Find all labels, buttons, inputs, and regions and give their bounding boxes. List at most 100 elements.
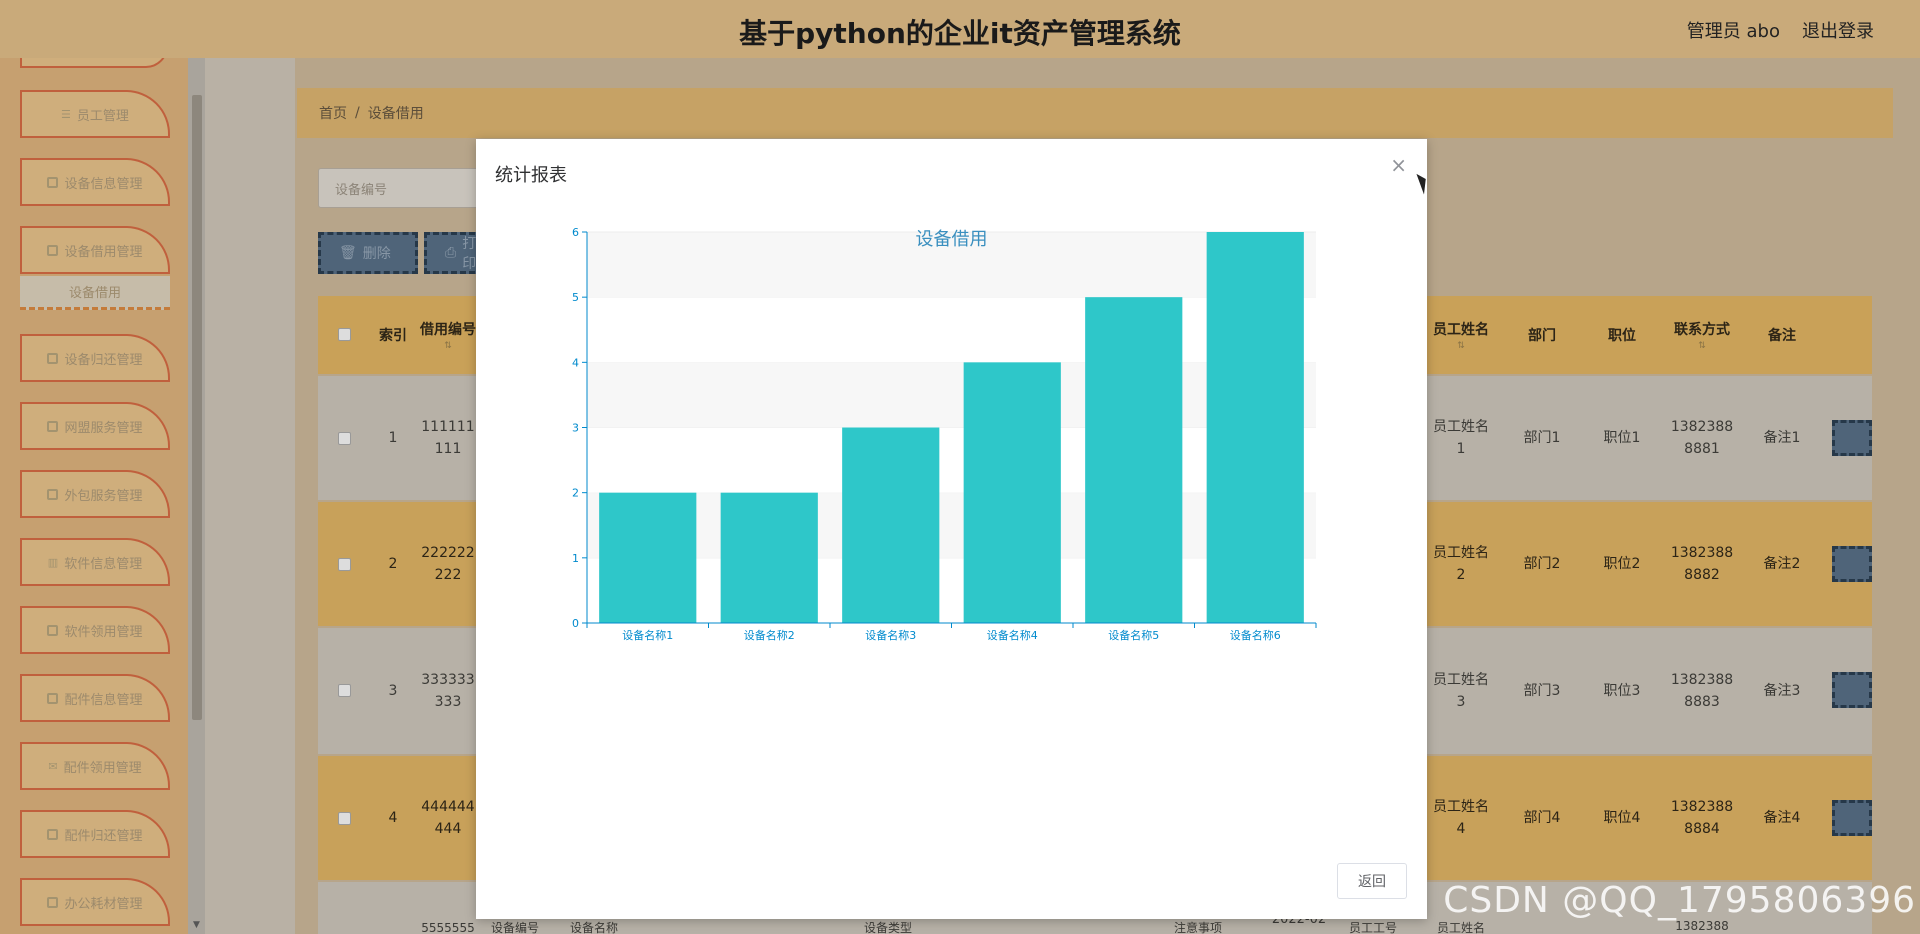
bar[interactable] <box>1206 232 1304 623</box>
sidebar-item-employee[interactable]: ☰ 员工管理 <box>20 90 170 138</box>
sidebar-item-label: 办公耗材管理 <box>64 896 143 912</box>
sort-icon[interactable]: ⇅ <box>1698 341 1706 351</box>
sidebar-item-parts-use[interactable]: ✉ 配件领用管理 <box>20 742 170 790</box>
th-index: 索引 <box>368 296 418 374</box>
cell-dept: 部门4 <box>1523 810 1561 826</box>
sidebar-item-device-info[interactable]: 设备信息管理 <box>20 158 170 206</box>
th-name[interactable]: 员工姓名 ⇅ <box>1420 296 1502 374</box>
cell-code: 5555555 <box>421 921 475 934</box>
bar[interactable] <box>842 427 940 624</box>
sidebar-item-label: 设备借用管理 <box>64 244 143 260</box>
sidebar-item-device-return[interactable]: 设备归还管理 <box>20 334 170 382</box>
sidebar-scroll-thumb[interactable] <box>192 95 202 720</box>
detail-button[interactable] <box>1832 672 1872 708</box>
bar-chart: 设备名称1 设备名称2 设备名称3 设备名称4 设备名称5 设备名称60123456 <box>572 226 1317 642</box>
logout-link[interactable]: 退出登录 <box>1802 17 1874 43</box>
sidebar-item-label: 配件归还管理 <box>64 828 143 844</box>
detail-button[interactable] <box>1832 420 1872 456</box>
th-label: 职位 <box>1608 328 1636 344</box>
sidebar-item-software-info[interactable]: ▥ 软件信息管理 <box>20 538 170 586</box>
th-position[interactable]: 职位 <box>1582 296 1662 374</box>
th-label: 部门 <box>1528 328 1556 344</box>
trash-icon: 🗑 <box>339 245 357 261</box>
select-all-checkbox[interactable] <box>338 328 351 341</box>
sidebar-item-network[interactable]: 网盟服务管理 <box>20 402 170 450</box>
monitor-icon <box>47 176 59 188</box>
sidebar-item-outsource[interactable]: 外包服务管理 <box>20 470 170 518</box>
grid-icon <box>47 692 59 704</box>
sidebar-item-label: 网盟服务管理 <box>64 420 143 436</box>
cell-dept: 部门1 <box>1523 430 1561 446</box>
breadcrumb-separator: / <box>355 105 360 121</box>
th-code[interactable]: 借用编号 ⇅ <box>418 296 478 374</box>
delete-button[interactable]: 🗑 删除 <box>318 232 418 274</box>
row-checkbox[interactable] <box>338 558 351 571</box>
th-label: 联系方式 <box>1674 322 1730 338</box>
y-tick-label: 5 <box>572 291 579 304</box>
cell-device-type: 设备类型 <box>863 921 912 934</box>
th-label: 备注 <box>1768 328 1796 344</box>
app-title: 基于python的企业it资产管理系统 <box>739 17 1181 50</box>
cell-code: 111111 111 <box>421 419 475 457</box>
cell-note: 备注1 <box>1763 430 1801 446</box>
list-icon: ☰ <box>61 107 71 121</box>
delete-label: 删除 <box>362 246 391 262</box>
close-icon[interactable]: × <box>1390 153 1407 177</box>
grid-icon <box>47 244 59 256</box>
print-button[interactable]: ⎙ 打印 <box>424 232 484 274</box>
grid-icon <box>47 352 59 364</box>
x-tick-label: 设备名称6 <box>1230 628 1281 642</box>
cell-dept: 部门2 <box>1523 556 1561 572</box>
th-note[interactable]: 备注 <box>1742 296 1822 374</box>
bar[interactable] <box>1085 297 1183 623</box>
x-tick-label: 设备名称1 <box>622 628 673 642</box>
envelope-icon: ✉ <box>48 759 58 773</box>
detail-button[interactable] <box>1832 800 1872 836</box>
sidebar-item-supplies[interactable]: 办公耗材管理 <box>20 878 170 926</box>
bar[interactable] <box>720 492 818 623</box>
back-button[interactable]: 返回 <box>1337 863 1407 899</box>
scroll-down-icon[interactable]: ▼ <box>193 920 200 930</box>
y-tick-label: 3 <box>572 422 579 435</box>
sidebar-item-label: 软件领用管理 <box>64 624 143 640</box>
grid-icon <box>47 624 59 636</box>
sidebar-item-parts-return[interactable]: 配件归还管理 <box>20 810 170 858</box>
cell-position: 职位4 <box>1603 810 1641 826</box>
sidebar-top-item <box>20 58 168 68</box>
content-gutter <box>205 58 295 934</box>
sidebar-item-software-use[interactable]: 软件领用管理 <box>20 606 170 654</box>
cell-name: 员工姓名 1 <box>1433 419 1489 457</box>
row-checkbox[interactable] <box>338 684 351 697</box>
bar[interactable] <box>599 492 697 623</box>
grid-icon <box>47 896 59 908</box>
sidebar-item-device-borrow[interactable]: 设备借用管理 <box>20 226 170 274</box>
bar-chart-icon: ▥ <box>47 555 59 569</box>
cell-position: 职位1 <box>1603 430 1641 446</box>
bar[interactable] <box>963 362 1061 623</box>
sidebar-item-label: 员工管理 <box>76 108 129 124</box>
row-checkbox[interactable] <box>338 812 351 825</box>
th-dept[interactable]: 部门 <box>1502 296 1582 374</box>
grid-icon <box>47 488 59 500</box>
breadcrumb-home[interactable]: 首页 <box>319 103 347 123</box>
cell-code: 222222 222 <box>421 545 475 583</box>
sidebar-subitem-borrow[interactable]: 设备借用 <box>20 276 170 310</box>
y-tick-label: 4 <box>572 356 579 369</box>
sidebar-item-label: 配件信息管理 <box>64 692 143 708</box>
cell-name: 员工姓名 4 <box>1433 799 1489 837</box>
row-checkbox[interactable] <box>338 432 351 445</box>
detail-button[interactable] <box>1832 546 1872 582</box>
y-tick-label: 2 <box>572 487 579 500</box>
sort-icon[interactable]: ⇅ <box>1457 341 1465 351</box>
sidebar-item-parts-info[interactable]: 配件信息管理 <box>20 674 170 722</box>
cell-note: 备注3 <box>1763 683 1801 699</box>
sidebar-item-label: 设备信息管理 <box>64 176 143 192</box>
cell-device-code: 设备编号 <box>490 921 539 934</box>
sort-icon[interactable]: ⇅ <box>444 341 452 351</box>
app-header: 基于python的企业it资产管理系统 管理员 abo 退出登录 <box>0 0 1920 58</box>
th-phone[interactable]: 联系方式 ⇅ <box>1662 296 1742 374</box>
cell-index: 2 <box>388 556 398 572</box>
stats-dialog: 统计报表 × 设备借用 设备名称1 设备名称2 设备名称3 设备名称4 设备名称5 设备名… <box>476 139 1427 919</box>
th-label: 借用编号 <box>420 322 476 338</box>
cell-phone: 1382388 8883 <box>1670 672 1734 710</box>
